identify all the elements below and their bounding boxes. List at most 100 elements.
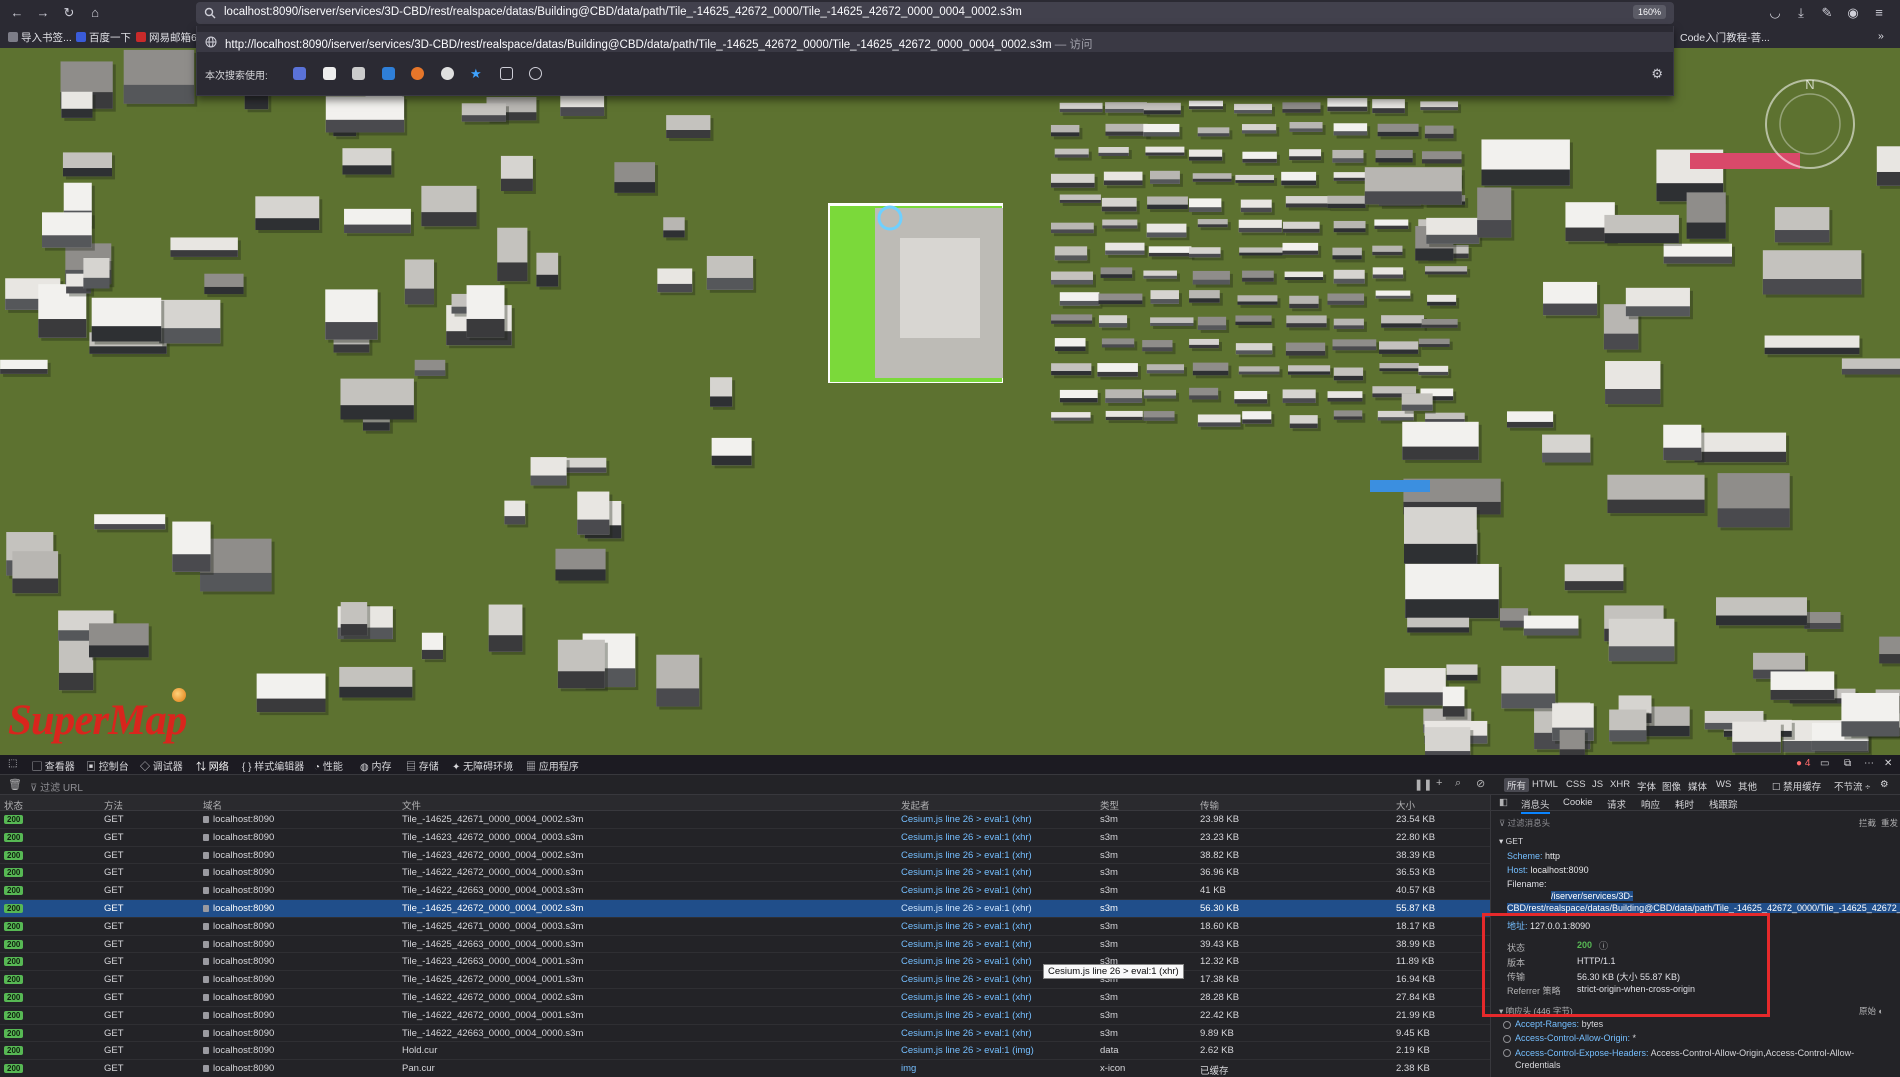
trash-icon[interactable]: 🗑: [8, 778, 22, 791]
col-status[interactable]: 状态: [4, 798, 23, 812]
request-row[interactable]: 200 GET localhost:8090 Hold.cur Cesium.js li…: [0, 1042, 1490, 1061]
request-row[interactable]: 200 GET localhost:8090 Tile_-14622_42663_00…: [0, 1025, 1490, 1043]
tab-stack-trace[interactable]: 栈跟踪: [1709, 797, 1738, 811]
menu-icon[interactable]: ≡: [1870, 4, 1888, 22]
filter-other[interactable]: 其他: [1738, 779, 1757, 793]
tab-storage[interactable]: ▤ 存储: [406, 758, 439, 773]
bookmark-import[interactable]: 导入书签...: [8, 30, 72, 45]
pocket-icon[interactable]: ◡: [1766, 4, 1784, 22]
panel-toggle-icon[interactable]: ◧: [1499, 797, 1508, 808]
compass-icon[interactable]: N: [1760, 74, 1860, 174]
block-button[interactable]: 拦截: [1859, 817, 1876, 829]
tab-network[interactable]: ⇅ 网络: [196, 758, 229, 777]
engine-wikipedia-icon[interactable]: [323, 67, 336, 80]
account-icon[interactable]: ◉: [1844, 4, 1862, 22]
filter-all[interactable]: 所有: [1504, 778, 1530, 792]
disable-cache-checkbox[interactable]: ☐ 禁用缓存: [1772, 779, 1821, 793]
filter-images[interactable]: 图像: [1662, 779, 1681, 793]
tab-debugger[interactable]: ◇ 调试器: [140, 758, 183, 773]
request-row[interactable]: 200 GET localhost:8090 Tile_-14625_42672_00…: [0, 900, 1490, 918]
engine-google-icon[interactable]: [441, 67, 454, 80]
zoom-badge[interactable]: 160%: [1632, 5, 1666, 19]
address-text[interactable]: localhost:8090/iserver/services/3D-CBD/r…: [224, 6, 1022, 18]
search-requests-icon[interactable]: ⌕: [1455, 777, 1461, 790]
col-type[interactable]: 类型: [1100, 798, 1119, 812]
tab-headers[interactable]: 消息头: [1521, 797, 1550, 814]
filter-xhr[interactable]: XHR: [1610, 779, 1630, 790]
url-suggestion-row[interactable]: http://localhost:8090/iserver/services/3…: [197, 32, 1673, 52]
building-side: [1098, 300, 1143, 305]
add-filter-icon[interactable]: +: [1436, 777, 1442, 789]
tab-memory[interactable]: ◍ 内存: [360, 758, 392, 773]
bookmark-code[interactable]: Code入门教程-菩...: [1680, 30, 1770, 45]
request-row[interactable]: 200 GET localhost:8090 Tile_-14623_42663_00…: [0, 953, 1490, 972]
tab-inspector[interactable]: ▢ 查看器: [32, 758, 75, 773]
method-toggle[interactable]: ▾ GET: [1499, 836, 1523, 847]
request-row[interactable]: 200 GET localhost:8090 Tile_-14622_42672_00…: [0, 1007, 1490, 1025]
element-picker-icon[interactable]: ⬚: [8, 758, 17, 769]
tab-request[interactable]: 请求: [1607, 797, 1626, 811]
network-settings-icon[interactable]: ⚙: [1880, 779, 1889, 790]
dock-icon[interactable]: ▭: [1820, 758, 1829, 769]
tab-style-editor[interactable]: { } 样式编辑器: [242, 758, 304, 773]
pause-icon[interactable]: ❚❚: [1414, 778, 1432, 791]
engine-duckduckgo-icon[interactable]: [411, 67, 424, 80]
tab-response[interactable]: 响应: [1641, 797, 1660, 811]
tab-performance[interactable]: ◔ 性能: [314, 758, 343, 773]
request-row[interactable]: 200 GET localhost:8090 Tile_-14622_42672_00…: [0, 864, 1490, 883]
error-count-badge[interactable]: ● 4: [1796, 758, 1810, 769]
request-row[interactable]: 200 GET localhost:8090 Tile_-14623_42672_00…: [0, 829, 1490, 847]
engine-tabs-icon[interactable]: [500, 67, 513, 80]
forward-icon[interactable]: →: [34, 4, 52, 22]
tab-timings[interactable]: 耗时: [1675, 797, 1694, 811]
request-row[interactable]: 200 GET localhost:8090 Tile_-14623_42672_00…: [0, 847, 1490, 865]
request-row[interactable]: 200 GET localhost:8090 Tile_-14622_42663_00…: [0, 882, 1490, 900]
col-method[interactable]: 方法: [104, 798, 123, 812]
tab-accessibility[interactable]: ✦ 无障碍环境: [452, 758, 513, 773]
back-icon[interactable]: ←: [8, 4, 26, 22]
resend-button[interactable]: 重发: [1881, 817, 1898, 829]
tab-console[interactable]: ▣ 控制台: [86, 758, 129, 773]
download-icon[interactable]: ⤓: [1792, 4, 1810, 22]
request-row[interactable]: 200 GET localhost:8090 Tile_-14625_42663_00…: [0, 936, 1490, 954]
col-domain[interactable]: 域名: [203, 798, 222, 812]
request-row[interactable]: 200 GET localhost:8090 Tile_-14622_42672_00…: [0, 989, 1490, 1007]
reload-icon[interactable]: ↻: [60, 4, 78, 22]
tab-application[interactable]: ▦ 应用程序: [526, 758, 579, 773]
filter-js[interactable]: JS: [1592, 779, 1603, 790]
more-options-icon[interactable]: ⋯: [1864, 758, 1874, 769]
col-file[interactable]: 文件: [402, 798, 421, 812]
engine-amazon-icon[interactable]: [352, 67, 365, 80]
filter-url-input[interactable]: ⊽ 过滤 URL: [30, 779, 83, 794]
separate-window-icon[interactable]: ⧉: [1844, 758, 1851, 769]
address-bar[interactable]: localhost:8090/iserver/services/3D-CBD/r…: [196, 2, 1674, 24]
close-devtools-icon[interactable]: ✕: [1884, 758, 1892, 769]
bookmarks-overflow-icon[interactable]: »: [1878, 30, 1884, 42]
filter-ws[interactable]: WS: [1716, 779, 1731, 790]
filter-fonts[interactable]: 字体: [1637, 779, 1656, 793]
request-row[interactable]: 200 GET localhost:8090 Pan.cur img x-icon 已缓存 2…: [0, 1060, 1490, 1077]
engine-baidu-icon[interactable]: [293, 67, 306, 80]
engine-bookmarks-star-icon[interactable]: ★: [470, 67, 483, 80]
map-viewport[interactable]: N SuperMap: [0, 48, 1900, 755]
request-row[interactable]: 200 GET localhost:8090 Tile_-14625_42672_00…: [0, 971, 1490, 989]
tab-cookies[interactable]: Cookie: [1563, 797, 1593, 808]
col-size[interactable]: 大小: [1396, 798, 1415, 812]
filter-html[interactable]: HTML: [1532, 779, 1558, 790]
col-initiator[interactable]: 发起者: [901, 798, 930, 812]
tools-icon[interactable]: ✎: [1818, 4, 1836, 22]
filter-media[interactable]: 媒体: [1688, 779, 1707, 793]
home-icon[interactable]: ⌂: [86, 4, 104, 22]
bookmark-baidu[interactable]: 百度一下: [76, 30, 131, 45]
settings-gear-icon[interactable]: ⚙: [1651, 66, 1663, 82]
raw-toggle[interactable]: 原始 ◐: [1859, 1005, 1884, 1017]
filter-css[interactable]: CSS: [1566, 779, 1586, 790]
request-row[interactable]: 200 GET localhost:8090 Tile_-14625_42671_00…: [0, 811, 1490, 829]
block-requests-icon[interactable]: ⊘: [1476, 777, 1485, 790]
engine-bing-icon[interactable]: [382, 67, 395, 80]
filter-headers-input[interactable]: ⊽ 过滤消息头: [1499, 817, 1550, 829]
request-row[interactable]: 200 GET localhost:8090 Tile_-14625_42671_00…: [0, 918, 1490, 936]
throttle-select[interactable]: 不节流 ÷: [1834, 779, 1870, 793]
col-transferred[interactable]: 传输: [1200, 798, 1219, 812]
engine-history-icon[interactable]: [529, 67, 542, 80]
